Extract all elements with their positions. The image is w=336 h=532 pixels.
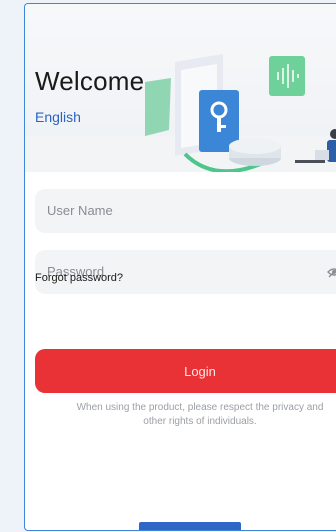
login-screen: Welcome English User Name Password Forgo… xyxy=(24,3,336,531)
bottom-action-tab[interactable] xyxy=(139,522,241,530)
username-placeholder: User Name xyxy=(47,203,113,218)
security-illustration xyxy=(145,54,336,172)
privacy-notice: When using the product, please respect t… xyxy=(25,401,336,429)
hero-banner: Welcome English xyxy=(25,4,336,172)
welcome-title: Welcome xyxy=(35,66,145,96)
privacy-notice-line-2: other rights of individuals. xyxy=(143,416,257,427)
forgot-password-link[interactable]: Forgot password? xyxy=(35,272,123,284)
username-field[interactable]: User Name xyxy=(35,189,336,233)
language-selector[interactable]: English xyxy=(35,109,81,125)
login-button[interactable]: Login xyxy=(35,349,336,393)
privacy-notice-line-1: When using the product, please respect t… xyxy=(76,402,324,413)
eye-off-icon[interactable] xyxy=(327,265,336,279)
